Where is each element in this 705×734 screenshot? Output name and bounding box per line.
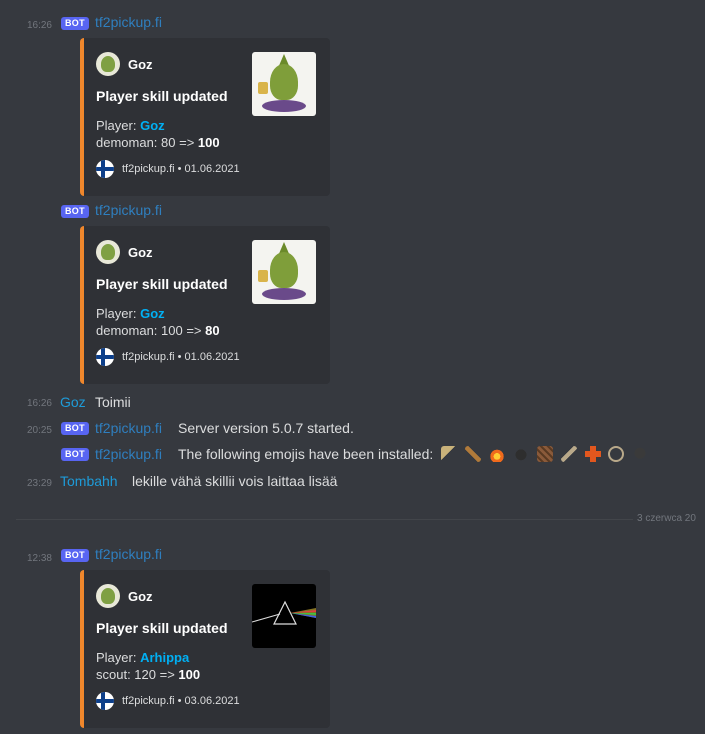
stat-change: demoman: 100 => (96, 323, 202, 338)
author-name[interactable]: tf2pickup.fi (95, 202, 162, 218)
embed-thumbnail[interactable] (252, 240, 316, 304)
embed-footer-text: tf2pickup.fi • 03.06.2021 (122, 695, 240, 707)
embed-footer-text: tf2pickup.fi • 01.06.2021 (122, 351, 240, 363)
prism-image-icon (252, 600, 316, 625)
embed-author-avatar[interactable] (96, 584, 120, 608)
author-name[interactable]: Tombahh (60, 473, 118, 489)
embed-card: Goz Player skill updated Player: Goz dem… (80, 38, 330, 196)
embed-player-field: Player: Goz (96, 306, 165, 321)
bot-tag: BOT (61, 17, 89, 30)
date-divider-line (16, 519, 633, 520)
embed-thumbnail[interactable] (252, 52, 316, 116)
author-name[interactable]: tf2pickup.fi (95, 446, 162, 462)
scattergun-emoji-icon[interactable] (441, 446, 458, 462)
message-text: Server version 5.0.7 started. (178, 420, 354, 436)
author-name[interactable]: tf2pickup.fi (95, 546, 162, 562)
embed-title: Player skill updated (96, 620, 228, 636)
player-link[interactable]: Goz (140, 306, 165, 321)
embed-stat-field: demoman: 80 => 100 (96, 135, 220, 150)
embed-author-avatar[interactable] (96, 240, 120, 264)
message-text: Toimii (95, 394, 131, 410)
embed-thumbnail[interactable] (252, 584, 316, 648)
embed-footer: tf2pickup.fi • 01.06.2021 (96, 160, 240, 178)
embed-author-name[interactable]: Goz (128, 245, 153, 260)
stat-new-value: 100 (197, 135, 220, 150)
embed-author-avatar[interactable] (96, 52, 120, 76)
embed-footer-text: tf2pickup.fi • 01.06.2021 (122, 163, 240, 175)
player-label: Player: (96, 118, 137, 133)
player-label: Player: (96, 306, 137, 321)
message-text: The following emojis have been installed… (178, 446, 649, 462)
embed-player-field: Player: Arhippa (96, 650, 189, 665)
timestamp: 16:26 (26, 398, 52, 409)
player-link[interactable]: Goz (140, 118, 165, 133)
stat-change: demoman: 80 => (96, 135, 195, 150)
embed-footer: tf2pickup.fi • 03.06.2021 (96, 692, 240, 710)
bomb-emoji-icon[interactable] (512, 446, 529, 462)
message-text: lekille vähä skillii vois laittaa lisää (132, 473, 338, 489)
finland-flag-icon (96, 692, 114, 710)
embed-player-field: Player: Goz (96, 118, 165, 133)
embed-stat-field: scout: 120 => 100 (96, 667, 200, 682)
bot-tag: BOT (61, 422, 89, 435)
embed-card: Goz Player skill updated Player: Goz dem… (80, 226, 330, 384)
embed-title: Player skill updated (96, 276, 228, 292)
player-label: Player: (96, 650, 137, 665)
embed-author-name[interactable]: Goz (128, 57, 153, 72)
bot-tag: BOT (61, 205, 89, 218)
player-link[interactable]: Arhippa (140, 650, 189, 665)
finland-flag-icon (96, 160, 114, 178)
embed-stat-field: demoman: 100 => 80 (96, 323, 220, 338)
timestamp: 16:26 (26, 20, 52, 31)
wrench-emoji-icon[interactable] (560, 446, 577, 462)
timestamp: 20:25 (26, 425, 52, 436)
stat-new-value: 80 (205, 323, 220, 338)
finland-flag-icon (96, 348, 114, 366)
spy-emoji-icon[interactable] (632, 446, 649, 462)
embed-card: Goz Player skill updated Player: Arhippa… (80, 570, 330, 728)
embed-author-name[interactable]: Goz (128, 589, 153, 604)
crosshair-emoji-icon[interactable] (608, 446, 625, 462)
sticky-emoji-icon[interactable] (536, 446, 553, 462)
date-divider-label: 3 czerwca 20 (637, 513, 696, 524)
flame-emoji-icon[interactable] (488, 446, 505, 462)
timestamp: 12:38 (26, 553, 52, 564)
stat-new-value: 100 (178, 667, 201, 682)
rocket-emoji-icon[interactable] (465, 446, 482, 462)
timestamp: 23:29 (26, 478, 52, 489)
author-name[interactable]: tf2pickup.fi (95, 14, 162, 30)
bot-tag: BOT (61, 448, 89, 461)
author-name[interactable]: Goz (60, 394, 86, 410)
message-text-content: The following emojis have been installed… (178, 446, 434, 462)
embed-footer: tf2pickup.fi • 01.06.2021 (96, 348, 240, 366)
stat-change: scout: 120 => (96, 667, 175, 682)
author-name[interactable]: tf2pickup.fi (95, 420, 162, 436)
bot-tag: BOT (61, 549, 89, 562)
medic-cross-emoji-icon[interactable] (584, 446, 601, 462)
embed-title: Player skill updated (96, 88, 228, 104)
